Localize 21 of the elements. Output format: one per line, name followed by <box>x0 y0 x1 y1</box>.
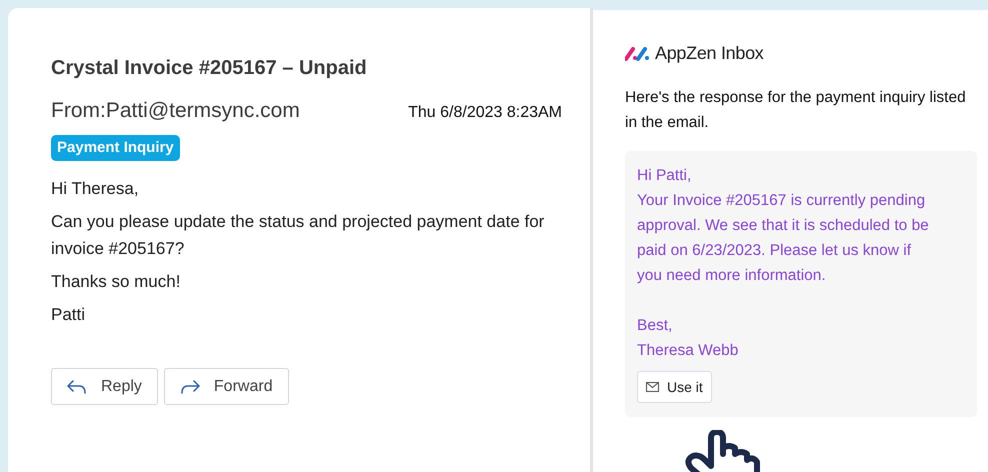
email-paragraph: Thanks so much! <box>51 271 180 293</box>
sender-address: From:Patti@termsync.com <box>51 98 300 124</box>
mail-icon <box>646 382 659 392</box>
reply-button[interactable]: Reply <box>51 368 158 405</box>
email-paragraph: Patti <box>51 304 86 326</box>
email-subject: Crystal Invoice #205167 – Unpaid <box>51 56 367 81</box>
logo-icon <box>625 46 649 60</box>
response-text: Hi Patti, <box>637 166 692 186</box>
email-paragraph: Hi Theresa, <box>51 178 139 200</box>
signoff-text: Theresa Webb <box>637 341 738 361</box>
reply-icon <box>67 380 87 394</box>
intro-text: Here's the response for the payment inquiry listed in the email. <box>625 88 967 133</box>
use-it-button[interactable]: Use it <box>637 371 712 403</box>
email-paragraph: Can you please update the status and projected payment date for invoice #205167? <box>51 211 546 260</box>
brand-name: AppZen Inbox <box>655 42 764 65</box>
forward-icon <box>180 380 200 394</box>
email-date: Thu 6/8/2023 8:23AM <box>408 103 562 123</box>
forward-button[interactable]: Forward <box>164 368 289 405</box>
signoff-text: Best, <box>637 316 672 336</box>
category-tag: Payment Inquiry <box>51 134 180 161</box>
response-text: Your Invoice #205167 is currently pending approval. We see that it is scheduled to be paid on 6/23/2023. Please let us know if you need more information. <box>637 191 929 286</box>
